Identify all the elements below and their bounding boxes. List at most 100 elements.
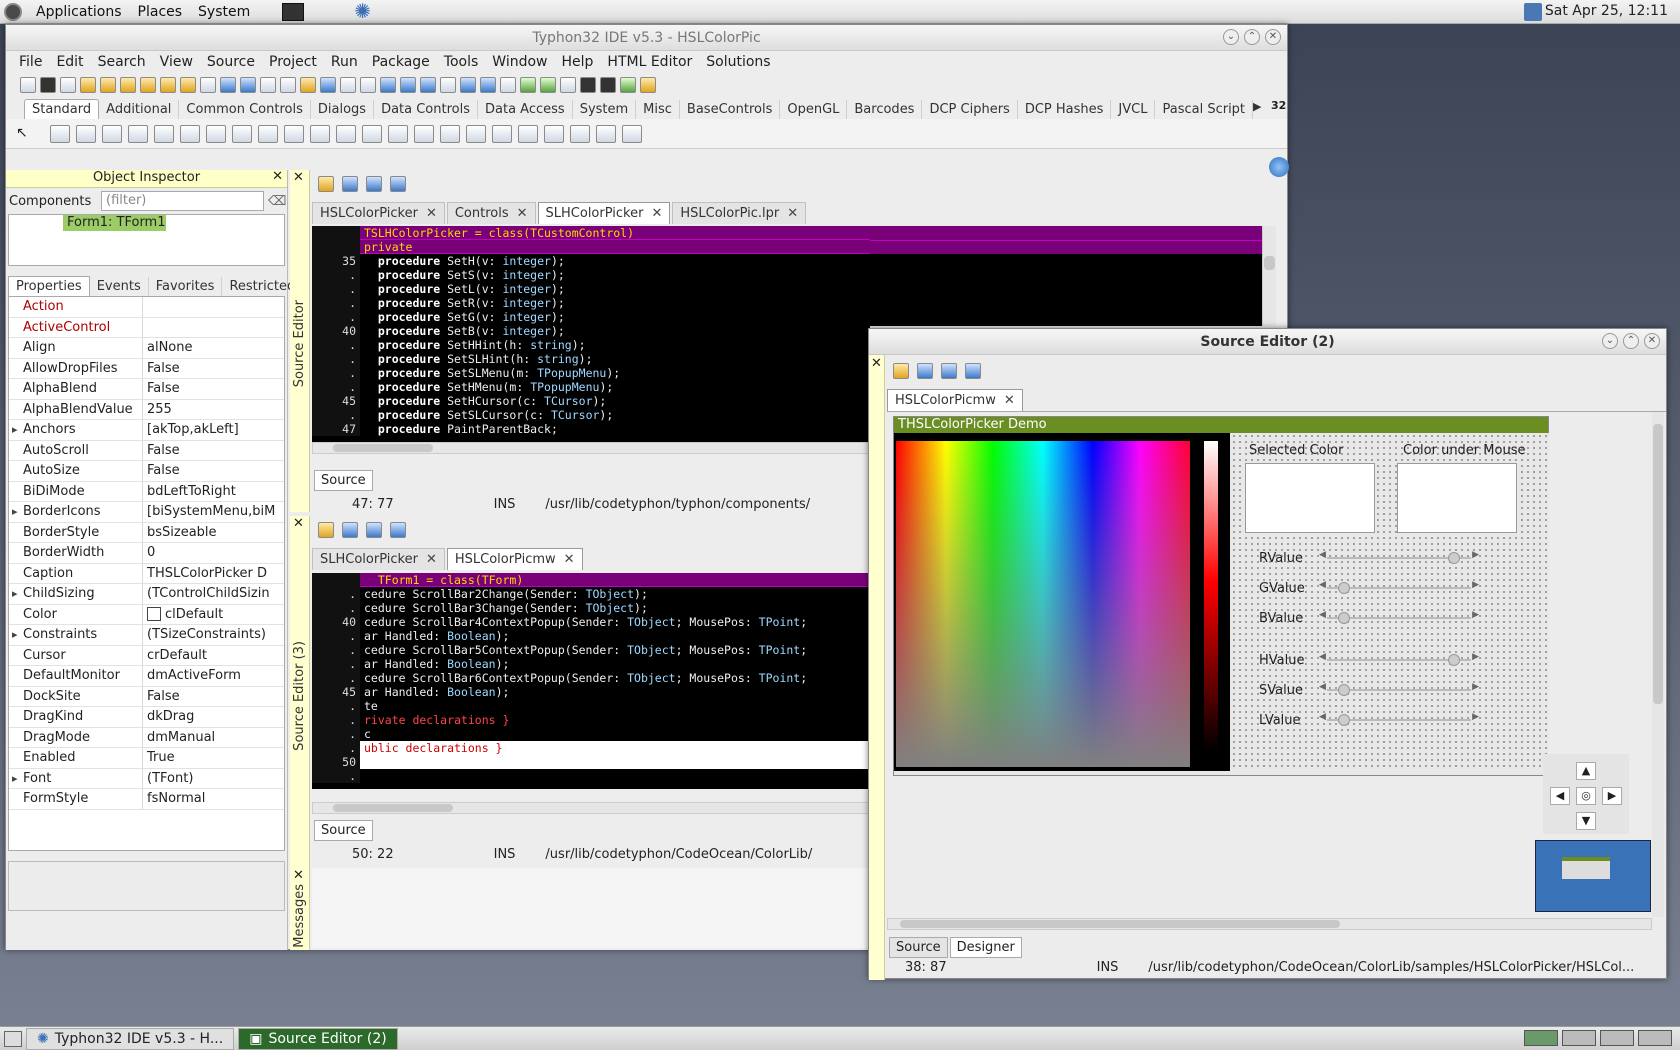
tree-node[interactable]: Form1: TForm1 (63, 215, 166, 231)
property-value[interactable]: (TSizeConstraints) (143, 625, 284, 645)
slider-right-arrow-icon[interactable]: ▶ (1472, 580, 1479, 590)
slider-left-arrow-icon[interactable]: ◀ (1319, 652, 1326, 662)
property-row[interactable]: ChildSizing (TControlChildSizin (9, 584, 284, 605)
toolbar-icon-9[interactable] (200, 77, 216, 93)
palette-download-icon[interactable] (1269, 157, 1289, 177)
back-icon[interactable] (366, 522, 382, 538)
editor1-close-icon[interactable]: ✕ (293, 170, 305, 185)
toolbar-icon-7[interactable] (160, 77, 176, 93)
back-icon[interactable] (941, 363, 957, 379)
bookmark-icon[interactable] (917, 363, 933, 379)
toolbar-icon-24[interactable] (500, 77, 516, 93)
palette-component-icon-6[interactable] (206, 124, 226, 143)
toolbar-icon-26[interactable] (540, 77, 556, 93)
oi-close-icon[interactable]: ✕ (272, 169, 283, 184)
property-value[interactable]: bdLeftToRight (143, 482, 284, 502)
palette-component-icon-18[interactable] (518, 124, 538, 143)
property-value[interactable]: fsNormal (143, 789, 284, 809)
property-value[interactable] (143, 318, 284, 338)
toolbar-icon-19[interactable] (400, 77, 416, 93)
palette-component-icon-8[interactable] (258, 124, 278, 143)
palette-tab-standard[interactable]: Standard (24, 99, 100, 119)
designer-vscroll[interactable] (1652, 412, 1664, 917)
palette-component-icon-1[interactable] (76, 124, 96, 143)
tab-close-icon[interactable]: ✕ (426, 552, 437, 567)
property-value[interactable]: bsSizeable (143, 523, 284, 543)
filter-clear-icon[interactable]: ⌫ (268, 194, 286, 209)
toolbar-icon-12[interactable] (260, 77, 276, 93)
toolbar-icon-29[interactable] (600, 77, 616, 93)
property-row[interactable]: Anchors [akTop,akLeft] (9, 420, 284, 441)
slider-left-arrow-icon[interactable]: ◀ (1319, 550, 1326, 560)
palette-tab-common-controls[interactable]: Common Controls (179, 100, 311, 119)
toolbar-icon-3[interactable] (80, 77, 96, 93)
close-button[interactable]: ✕ (1644, 333, 1660, 349)
editor2-designer-tab[interactable]: Designer (949, 937, 1022, 958)
palette-component-icon-15[interactable] (440, 124, 460, 143)
bookmark-icon[interactable] (342, 176, 358, 192)
property-value[interactable]: dmManual (143, 728, 284, 748)
nav-up-icon[interactable]: ▲ (1576, 762, 1596, 780)
slider-right-arrow-icon[interactable]: ▶ (1472, 610, 1479, 620)
components-filter-input[interactable]: (filter) (101, 191, 264, 211)
property-row[interactable]: Caption THSLColorPicker D (9, 563, 284, 584)
minimize-button[interactable]: ⌄ (1223, 29, 1239, 45)
bookmark-icon[interactable] (342, 522, 358, 538)
palette-component-icon-3[interactable] (128, 124, 148, 143)
toolbar-icon-14[interactable] (300, 77, 316, 93)
palette-tab-dialogs[interactable]: Dialogs (311, 100, 375, 119)
value-slider[interactable]: ◀ ▶ (1319, 580, 1479, 594)
form-designer[interactable]: THSLColorPicker Demo Selected Color Colo… (893, 416, 1549, 776)
property-value[interactable] (143, 297, 284, 317)
toolbar-icon-30[interactable] (620, 77, 636, 93)
property-value[interactable]: True (143, 748, 284, 768)
minimize-button[interactable]: ⌄ (1602, 333, 1618, 349)
menu-view[interactable]: View (153, 54, 200, 70)
forward-icon[interactable] (390, 522, 406, 538)
property-row[interactable]: BorderIcons [biSystemMenu,biM (9, 502, 284, 523)
maximize-button[interactable]: ⌃ (1623, 333, 1639, 349)
property-row[interactable]: Constraints (TSizeConstraints) (9, 625, 284, 646)
clock[interactable]: Sat Apr 25, 12:11 (1545, 3, 1668, 19)
show-desktop-icon[interactable] (4, 1030, 22, 1047)
palette-tab-dcp-ciphers[interactable]: DCP Ciphers (922, 100, 1018, 119)
property-value[interactable]: alNone (143, 338, 284, 358)
toolbar-icon-5[interactable] (120, 77, 136, 93)
property-row[interactable]: BorderWidth 0 (9, 543, 284, 564)
slider-right-arrow-icon[interactable]: ▶ (1472, 712, 1479, 722)
palette-tab-misc[interactable]: Misc (636, 100, 680, 119)
palette-component-icon-0[interactable] (50, 124, 70, 143)
slider-right-arrow-icon[interactable]: ▶ (1472, 652, 1479, 662)
toolbar-icon-8[interactable] (180, 77, 196, 93)
editor-tab[interactable]: SLHColorPicker ✕ (537, 202, 671, 224)
editor-tab[interactable]: HSLColorPic.lpr ✕ (672, 202, 807, 224)
designer-hscroll[interactable] (887, 918, 1652, 930)
palette-component-icon-20[interactable] (570, 124, 590, 143)
palette-tab-jvcl[interactable]: JVCL (1111, 100, 1156, 119)
menu-package[interactable]: Package (365, 54, 437, 70)
property-value[interactable]: dkDrag (143, 707, 284, 727)
jump-icon[interactable] (318, 176, 334, 192)
system-menu[interactable]: System (190, 4, 258, 20)
palette-tab-dcp-hashes[interactable]: DCP Hashes (1018, 100, 1112, 119)
property-row[interactable]: DragKind dkDrag (9, 707, 284, 728)
editor3-code[interactable]: TForm1 = class(TForm). cedure ScrollBar2C… (312, 573, 870, 789)
slider-knob[interactable] (1337, 612, 1350, 624)
property-row[interactable]: DockSite False (9, 686, 284, 707)
oi-tab-events[interactable]: Events (90, 277, 149, 296)
tab-close-icon[interactable]: ✕ (517, 206, 528, 221)
menu-search[interactable]: Search (91, 54, 153, 70)
oi-tab-favorites[interactable]: Favorites (149, 277, 223, 296)
editor2-close-icon[interactable]: ✕ (871, 356, 882, 371)
property-value[interactable]: False (143, 441, 284, 461)
tab-close-icon[interactable]: ✕ (426, 206, 437, 221)
toolbar-icon-2[interactable] (60, 77, 76, 93)
palette-component-icon-22[interactable] (622, 124, 642, 143)
close-button[interactable]: ✕ (1265, 29, 1281, 45)
menu-file[interactable]: File (12, 54, 49, 70)
toolbar-icon-25[interactable] (520, 77, 536, 93)
palette-tab-additional[interactable]: Additional (99, 100, 180, 119)
value-slider[interactable]: ◀ ▶ (1319, 550, 1479, 564)
palette-component-icon-12[interactable] (362, 124, 382, 143)
editor3-source-tab[interactable]: Source (314, 820, 373, 841)
